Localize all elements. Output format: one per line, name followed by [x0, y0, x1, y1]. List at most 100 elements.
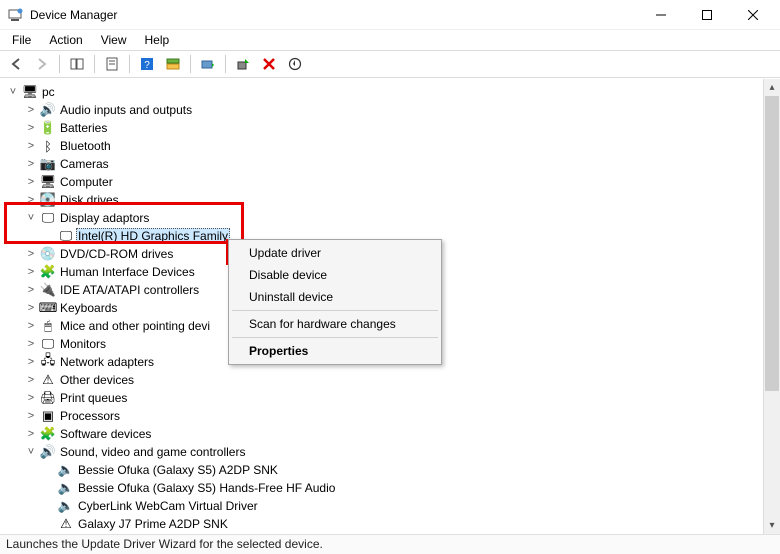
device-icon: 🖱	[40, 318, 56, 334]
tree-category[interactable]: >🖥Computer	[6, 173, 778, 191]
tree-item-label: Mice and other pointing devi	[60, 319, 210, 333]
uninstall-device-button[interactable]	[257, 52, 281, 76]
close-button[interactable]	[730, 0, 776, 30]
expand-icon[interactable]: >	[24, 247, 38, 261]
expand-icon[interactable]: >	[24, 103, 38, 117]
tree-item-label: Human Interface Devices	[60, 265, 195, 279]
tree-item-label: IDE ATA/ATAPI controllers	[60, 283, 199, 297]
forward-button[interactable]	[30, 52, 54, 76]
device-icon: ⚠	[40, 372, 56, 388]
expand-icon[interactable]: >	[24, 319, 38, 333]
tree-category[interactable]: >📷Cameras	[6, 155, 778, 173]
tree-item-label: Network adapters	[60, 355, 154, 369]
expand-icon[interactable]: >	[24, 301, 38, 315]
tree-item-label: Bessie Ofuka (Galaxy S5) Hands-Free HF A…	[78, 481, 335, 495]
device-icon: 🔈	[58, 462, 74, 478]
expand-icon[interactable]: >	[24, 157, 38, 171]
tree-item-label: Monitors	[60, 337, 106, 351]
device-icon: 🖨	[40, 390, 56, 406]
expand-icon[interactable]: >	[24, 193, 38, 207]
device-icon: 📷	[40, 156, 56, 172]
menu-file[interactable]: File	[4, 31, 39, 49]
device-icon: 🔈	[58, 480, 74, 496]
tree-item-label: Bluetooth	[60, 139, 111, 153]
expand-icon[interactable]: >	[24, 337, 38, 351]
expand-icon[interactable]: >	[24, 409, 38, 423]
minimize-button[interactable]	[638, 0, 684, 30]
back-button[interactable]	[4, 52, 28, 76]
device-icon: ⚠	[58, 516, 74, 532]
ctx-scan-hardware[interactable]: Scan for hardware changes	[231, 313, 439, 335]
properties-button[interactable]	[100, 52, 124, 76]
menu-help[interactable]: Help	[137, 31, 178, 49]
context-menu: Update driver Disable device Uninstall d…	[228, 239, 442, 365]
device-icon: ⌨	[40, 300, 56, 316]
tree-category[interactable]: >🖨 Print queues	[6, 389, 778, 407]
expand-icon[interactable]: >	[24, 355, 38, 369]
expand-icon[interactable]: ˅	[24, 211, 38, 225]
tree-category[interactable]: ˅🖵Display adaptors	[6, 209, 778, 227]
tree-category[interactable]: >⚠Other devices	[6, 371, 778, 389]
tree-device[interactable]: 🔈 Bessie Ofuka (Galaxy S5) Hands-Free HF …	[6, 479, 778, 497]
tree-device[interactable]: 🔈Bessie Ofuka (Galaxy S5) A2DP SNK	[6, 461, 778, 479]
expand-icon[interactable]: ˅	[24, 445, 38, 459]
tree-item-label: Print queues	[60, 391, 127, 405]
tree-item-label: Disk drives	[60, 193, 119, 207]
scroll-down-icon[interactable]: ▾	[764, 517, 780, 534]
expand-icon[interactable]: >	[24, 427, 38, 441]
expand-icon[interactable]: >	[24, 139, 38, 153]
ctx-uninstall-device[interactable]: Uninstall device	[231, 286, 439, 308]
tree-root[interactable]: ˅🖥pc	[6, 83, 778, 101]
ctx-update-driver[interactable]: Update driver	[231, 242, 439, 264]
expand-icon[interactable]: >	[24, 391, 38, 405]
device-icon: 🔌	[40, 282, 56, 298]
menu-view[interactable]: View	[93, 31, 135, 49]
tree-item-label: pc	[42, 85, 55, 99]
tree-item-label: DVD/CD-ROM drives	[60, 247, 173, 261]
status-text: Launches the Update Driver Wizard for th…	[6, 537, 323, 551]
show-hide-console-button[interactable]	[65, 52, 89, 76]
tree-device[interactable]: 🔈CyberLink WebCam Virtual Driver	[6, 497, 778, 515]
ctx-disable-device[interactable]: Disable device	[231, 264, 439, 286]
tree-item-label: Computer	[60, 175, 113, 189]
scroll-up-icon[interactable]: ▴	[764, 79, 780, 96]
expand-icon[interactable]: >	[24, 283, 38, 297]
action-center-button[interactable]	[161, 52, 185, 76]
enable-device-button[interactable]	[231, 52, 255, 76]
expand-icon[interactable]: >	[24, 175, 38, 189]
update-driver-button[interactable]	[196, 52, 220, 76]
tree-device[interactable]: ⚠ Galaxy J7 Prime A2DP SNK	[6, 515, 778, 533]
expand-icon[interactable]: >	[24, 121, 38, 135]
scan-hardware-button[interactable]	[283, 52, 307, 76]
menubar: File Action View Help	[0, 30, 780, 50]
tree-category[interactable]: >💽Disk drives	[6, 191, 778, 209]
device-icon: 🔋	[40, 120, 56, 136]
tree-category[interactable]: >🧩Software devices	[6, 425, 778, 443]
toolbar: ?	[0, 50, 780, 78]
tree-category[interactable]: >🔊Audio inputs and outputs	[6, 101, 778, 119]
expand-icon[interactable]: ˅	[6, 85, 20, 99]
vertical-scrollbar[interactable]: ▴ ▾	[763, 79, 780, 534]
ctx-properties[interactable]: Properties	[231, 340, 439, 362]
tree-item-label: Display adaptors	[60, 211, 149, 225]
titlebar: Device Manager	[0, 0, 780, 30]
tree-category[interactable]: >ᛒ Bluetooth	[6, 137, 778, 155]
app-icon	[8, 7, 24, 23]
expand-icon[interactable]: >	[24, 265, 38, 279]
help-button[interactable]: ?	[135, 52, 159, 76]
expand-icon[interactable]: >	[24, 373, 38, 387]
maximize-button[interactable]	[684, 0, 730, 30]
device-icon: ᛒ	[40, 138, 56, 154]
separator	[129, 55, 130, 73]
ctx-separator	[232, 337, 438, 338]
device-icon: 🖵	[40, 336, 56, 352]
menu-action[interactable]: Action	[41, 31, 90, 49]
tree-item-label: Processors	[60, 409, 120, 423]
tree-category[interactable]: >🔋Batteries	[6, 119, 778, 137]
svg-text:?: ?	[144, 60, 150, 71]
scrollbar-thumb[interactable]	[765, 96, 779, 391]
tree-item-label: Software devices	[60, 427, 151, 441]
tree-item-label: Galaxy J7 Prime A2DP SNK	[78, 517, 228, 531]
tree-category[interactable]: >▣Processors	[6, 407, 778, 425]
tree-category[interactable]: ˅🔊Sound, video and game controllers	[6, 443, 778, 461]
